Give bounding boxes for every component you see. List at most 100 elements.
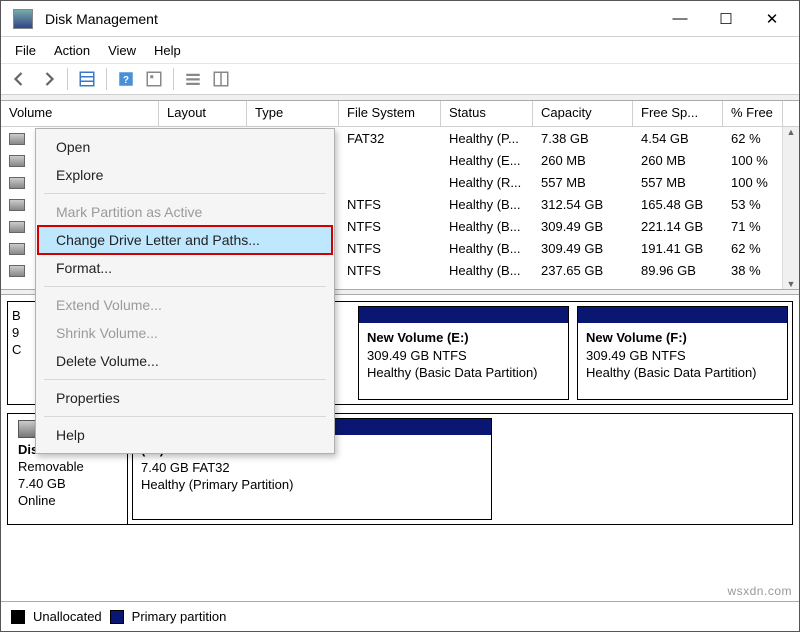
minimize-button[interactable]: — xyxy=(657,4,703,34)
column-headers: Volume Layout Type File System Status Ca… xyxy=(1,101,799,127)
disk-management-window: Disk Management — ☐ ✕ File Action View H… xyxy=(0,0,800,632)
col-type[interactable]: Type xyxy=(247,101,339,126)
partition-f-title: New Volume (F:) xyxy=(586,330,687,345)
settings-icon[interactable] xyxy=(143,68,165,90)
cell-pct: 53 % xyxy=(723,197,783,212)
cell-fs: NTFS xyxy=(339,263,441,278)
cell-status: Healthy (R... xyxy=(441,175,533,190)
cell-status: Healthy (E... xyxy=(441,153,533,168)
disk-0-name-partial: B xyxy=(12,308,30,323)
cell-pct: 62 % xyxy=(723,241,783,256)
col-layout[interactable]: Layout xyxy=(159,101,247,126)
cell-pct: 38 % xyxy=(723,263,783,278)
cell-free: 260 MB xyxy=(633,153,723,168)
volume-icon xyxy=(9,199,25,211)
partition-g-size: 7.40 GB FAT32 xyxy=(141,460,230,475)
volume-icon xyxy=(9,177,25,189)
partition-bar xyxy=(359,307,568,323)
menu-help[interactable]: Help xyxy=(154,43,181,58)
app-icon xyxy=(13,9,33,29)
menu-view[interactable]: View xyxy=(108,43,136,58)
cell-status: Healthy (B... xyxy=(441,197,533,212)
cell-capacity: 260 MB xyxy=(533,153,633,168)
volume-icon xyxy=(9,221,25,233)
partition-e-status: Healthy (Basic Data Partition) xyxy=(367,365,538,380)
cell-capacity: 557 MB xyxy=(533,175,633,190)
col-pctfree[interactable]: % Free xyxy=(723,101,783,126)
menubar: File Action View Help xyxy=(1,37,799,63)
cell-capacity: 309.49 GB xyxy=(533,241,633,256)
cell-capacity: 309.49 GB xyxy=(533,219,633,234)
cell-fs: NTFS xyxy=(339,197,441,212)
cell-pct: 100 % xyxy=(723,175,783,190)
volume-icon xyxy=(9,155,25,167)
toolbar: ? xyxy=(1,63,799,95)
partition-f-size: 309.49 GB NTFS xyxy=(586,348,686,363)
disk-2-status: Online xyxy=(18,493,117,508)
cell-capacity: 237.65 GB xyxy=(533,263,633,278)
menu-item-change-drive-letter-and-paths[interactable]: Change Drive Letter and Paths... xyxy=(38,226,332,254)
col-volume[interactable]: Volume xyxy=(1,101,159,126)
back-button[interactable] xyxy=(9,68,31,90)
menu-item-mark-partition-as-active: Mark Partition as Active xyxy=(38,198,332,226)
cell-free: 89.96 GB xyxy=(633,263,723,278)
menu-file[interactable]: File xyxy=(15,43,36,58)
cell-pct: 100 % xyxy=(723,153,783,168)
scrollbar-vertical[interactable] xyxy=(782,127,799,289)
menu-action[interactable]: Action xyxy=(54,43,90,58)
cell-capacity: 7.38 GB xyxy=(533,131,633,146)
menu-separator xyxy=(44,379,326,380)
menu-item-properties[interactable]: Properties xyxy=(38,384,332,412)
legend-unallocated-swatch xyxy=(11,610,25,624)
col-capacity[interactable]: Capacity xyxy=(533,101,633,126)
close-button[interactable]: ✕ xyxy=(749,4,795,34)
menu-item-help[interactable]: Help xyxy=(38,421,332,449)
watermark: wsxdn.com xyxy=(727,584,792,598)
cell-status: Healthy (B... xyxy=(441,219,533,234)
forward-button[interactable] xyxy=(37,68,59,90)
cell-free: 4.54 GB xyxy=(633,131,723,146)
partition-f[interactable]: New Volume (F:) 309.49 GB NTFS Healthy (… xyxy=(577,306,788,400)
menu-item-shrink-volume: Shrink Volume... xyxy=(38,319,332,347)
context-menu: OpenExplore Mark Partition as ActiveChang… xyxy=(35,128,335,454)
cell-fs: NTFS xyxy=(339,219,441,234)
titlebar: Disk Management — ☐ ✕ xyxy=(1,1,799,37)
svg-text:?: ? xyxy=(123,75,129,86)
menu-item-delete-volume[interactable]: Delete Volume... xyxy=(38,347,332,375)
cell-free: 165.48 GB xyxy=(633,197,723,212)
disk-2-size: 7.40 GB xyxy=(18,476,117,491)
volume-icon xyxy=(9,243,25,255)
disk-0-info: B 9 C xyxy=(8,302,34,404)
partition-e-size: 309.49 GB NTFS xyxy=(367,348,467,363)
legend-unallocated: Unallocated xyxy=(33,609,102,624)
partition-g-status: Healthy (Primary Partition) xyxy=(141,477,293,492)
volume-icon xyxy=(9,133,25,145)
col-status[interactable]: Status xyxy=(441,101,533,126)
col-filesystem[interactable]: File System xyxy=(339,101,441,126)
partition-f-status: Healthy (Basic Data Partition) xyxy=(586,365,757,380)
table-view-icon[interactable] xyxy=(76,68,98,90)
legend: Unallocated Primary partition xyxy=(1,601,799,631)
cell-free: 191.41 GB xyxy=(633,241,723,256)
cell-free: 221.14 GB xyxy=(633,219,723,234)
menu-item-explore[interactable]: Explore xyxy=(38,161,332,189)
help-icon[interactable]: ? xyxy=(115,68,137,90)
cell-status: Healthy (P... xyxy=(441,131,533,146)
menu-separator xyxy=(44,286,326,287)
details-icon[interactable] xyxy=(210,68,232,90)
partition-bar xyxy=(578,307,787,323)
volume-icon xyxy=(9,265,25,277)
disk-0-status-partial: C xyxy=(12,342,30,357)
list-icon[interactable] xyxy=(182,68,204,90)
menu-item-format[interactable]: Format... xyxy=(38,254,332,282)
partition-e[interactable]: New Volume (E:) 309.49 GB NTFS Healthy (… xyxy=(358,306,569,400)
col-freespace[interactable]: Free Sp... xyxy=(633,101,723,126)
window-title: Disk Management xyxy=(41,11,657,27)
partition-e-title: New Volume (E:) xyxy=(367,330,469,345)
disk-0-size-partial: 9 xyxy=(12,325,30,340)
maximize-button[interactable]: ☐ xyxy=(703,4,749,34)
cell-fs: FAT32 xyxy=(339,131,441,146)
cell-status: Healthy (B... xyxy=(441,263,533,278)
menu-item-open[interactable]: Open xyxy=(38,133,332,161)
disk-2-type: Removable xyxy=(18,459,117,474)
